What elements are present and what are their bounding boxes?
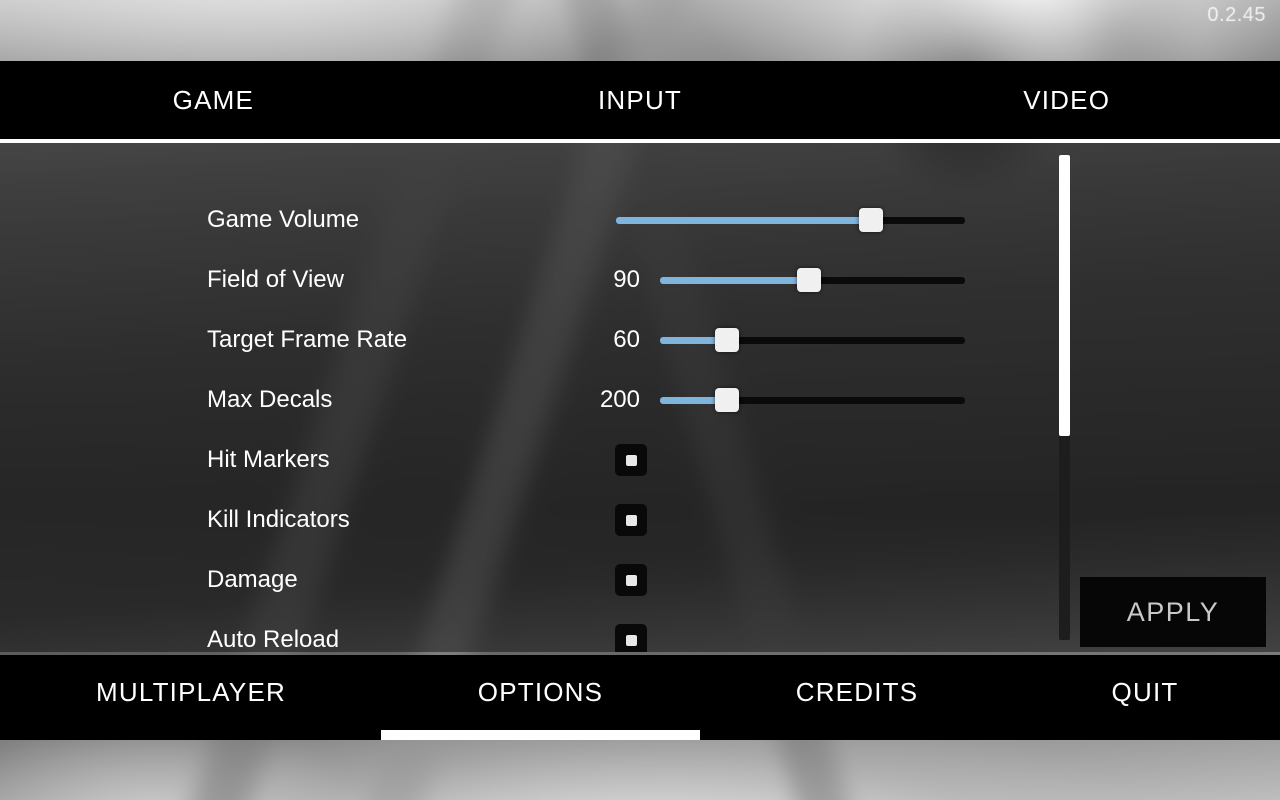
- option-label-damage: Damage: [207, 566, 298, 593]
- slider-fill-game-volume: [616, 216, 871, 224]
- option-row-field-of-view: Field of View 90: [0, 250, 1050, 310]
- option-value-target-frame-rate: 60: [613, 326, 640, 353]
- tab-input[interactable]: INPUT: [427, 85, 854, 116]
- check-mark-icon: [625, 634, 637, 646]
- option-label-hit-markers: Hit Markers: [207, 446, 330, 473]
- slider-knob-game-volume[interactable]: [858, 208, 883, 232]
- slider-knob-field-of-view[interactable]: [797, 268, 822, 292]
- nav-active-indicator: [381, 730, 700, 740]
- game-options-screen: 0.2.45 GAME INPUT VIDEO Game Volume Fiel…: [0, 0, 1280, 800]
- main-menu-nav: MULTIPLAYER OPTIONS CREDITS QUIT: [0, 655, 1280, 740]
- apply-button[interactable]: APPLY: [1080, 577, 1266, 647]
- option-row-game-volume: Game Volume: [0, 190, 1050, 250]
- option-label-field-of-view: Field of View: [207, 266, 344, 293]
- option-row-damage: Damage: [0, 550, 1050, 610]
- nav-item-credits[interactable]: CREDITS: [735, 655, 979, 730]
- tab-game[interactable]: GAME: [0, 85, 427, 116]
- check-mark-icon: [625, 514, 637, 526]
- options-scrollbar[interactable]: [1059, 155, 1070, 640]
- option-row-auto-reload: Auto Reload: [0, 610, 1050, 652]
- checkbox-auto-reload[interactable]: [615, 624, 647, 652]
- option-value-max-decals: 200: [599, 386, 640, 413]
- option-row-kill-indicators: Kill Indicators: [0, 490, 1050, 550]
- option-label-target-frame-rate: Target Frame Rate: [207, 326, 408, 353]
- nav-item-multiplayer[interactable]: MULTIPLAYER: [64, 655, 318, 730]
- option-label-max-decals: Max Decals: [207, 386, 333, 413]
- scrollbar-thumb[interactable]: [1059, 155, 1070, 437]
- slider-field-of-view[interactable]: [660, 268, 965, 292]
- option-label-kill-indicators: Kill Indicators: [207, 506, 350, 533]
- slider-game-volume[interactable]: [616, 208, 965, 232]
- slider-target-frame-rate[interactable]: [660, 328, 965, 352]
- match-timer: 0.2.45: [1207, 4, 1266, 26]
- checkbox-kill-indicators[interactable]: [615, 504, 647, 536]
- nav-item-options[interactable]: OPTIONS: [381, 655, 700, 730]
- option-label-auto-reload: Auto Reload: [207, 626, 340, 652]
- check-mark-icon: [625, 454, 637, 466]
- checkbox-damage[interactable]: [615, 564, 647, 596]
- option-row-target-frame-rate: Target Frame Rate 60: [0, 310, 1050, 370]
- slider-knob-target-frame-rate[interactable]: [715, 328, 740, 352]
- options-list: Game Volume Field of View 90 Target Fram…: [0, 143, 1280, 652]
- slider-max-decals[interactable]: [660, 388, 965, 412]
- settings-category-tabs: GAME INPUT VIDEO: [0, 61, 1280, 139]
- slider-knob-max-decals[interactable]: [715, 388, 740, 412]
- tab-video[interactable]: VIDEO: [853, 85, 1280, 116]
- checkbox-hit-markers[interactable]: [615, 444, 647, 476]
- option-row-hit-markers: Hit Markers: [0, 430, 1050, 490]
- option-value-field-of-view: 90: [613, 266, 640, 293]
- nav-item-quit[interactable]: QUIT: [1040, 655, 1250, 730]
- option-row-max-decals: Max Decals 200: [0, 370, 1050, 430]
- slider-fill-field-of-view: [660, 276, 810, 284]
- option-label-game-volume: Game Volume: [207, 206, 360, 233]
- check-mark-icon: [625, 574, 637, 586]
